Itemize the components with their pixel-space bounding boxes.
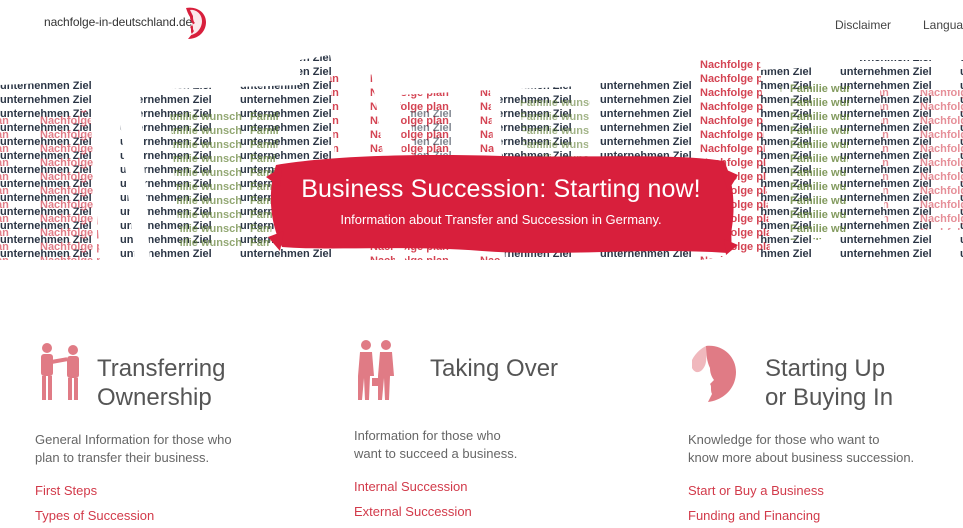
column-description: Knowledge for those who want to know mor… bbox=[688, 431, 914, 467]
link-funding-financing[interactable]: Funding and Financing bbox=[688, 503, 824, 528]
nav-disclaimer[interactable]: Disclaimer bbox=[835, 18, 891, 32]
column-links: Internal Succession External Succession bbox=[354, 474, 472, 524]
column-title-line2: Ownership bbox=[97, 384, 212, 411]
people-walking-icon bbox=[358, 340, 394, 400]
column-links: Start or Buy a Business Funding and Fina… bbox=[688, 478, 824, 528]
column-title-line1: Starting Up bbox=[765, 355, 886, 382]
column-desc-line1: General Information for those who bbox=[35, 432, 232, 447]
hero-subtitle: Information about Transfer and Successio… bbox=[340, 212, 662, 227]
column-title: Taking Over bbox=[430, 354, 558, 383]
column-desc-line1: Knowledge for those who want to bbox=[688, 432, 880, 447]
top-nav: Disclaimer Language bbox=[835, 18, 963, 32]
site-logo[interactable]: nachfolge-in-deutschland.de bbox=[44, 7, 206, 39]
column-title-line1: Taking Over bbox=[430, 355, 559, 382]
link-first-steps[interactable]: First Steps bbox=[35, 478, 154, 503]
column-desc-line2: know more about business succession. bbox=[688, 450, 915, 465]
link-start-or-buy[interactable]: Start or Buy a Business bbox=[688, 478, 824, 503]
column-title: Starting Up or Buying In bbox=[765, 354, 893, 412]
column-description: General Information for those who plan t… bbox=[35, 431, 232, 467]
column-desc-line2: want to succeed a business. bbox=[354, 446, 518, 461]
hero-title: Business Succession: Starting now! bbox=[301, 175, 701, 203]
column-description: Information for those who want to succee… bbox=[354, 427, 517, 463]
link-types-of-succession[interactable]: Types of Succession bbox=[35, 503, 154, 528]
link-internal-succession[interactable]: Internal Succession bbox=[354, 474, 472, 499]
hero-banner: unternehmen Ziel Nachfolge plan Familie … bbox=[0, 50, 963, 270]
column-desc-line2: plan to transfer their business. bbox=[35, 450, 210, 465]
column-links: First Steps Types of Succession bbox=[35, 478, 154, 528]
logo-text: nachfolge-in-deutschland.de bbox=[44, 15, 193, 29]
column-desc-line1: Information for those who bbox=[354, 428, 501, 443]
column-title-line1: Transferring bbox=[97, 355, 226, 382]
link-external-succession[interactable]: External Succession bbox=[354, 499, 472, 524]
hero-headline-box: Business Succession: Starting now! Infor… bbox=[262, 147, 740, 259]
logo-head-icon bbox=[186, 7, 206, 39]
head-profile-icon bbox=[692, 345, 736, 402]
column-title-line2: or Buying In bbox=[765, 384, 894, 411]
handshake-icon bbox=[41, 343, 79, 400]
nav-language[interactable]: Language bbox=[923, 18, 963, 32]
site-header: nachfolge-in-deutschland.de Disclaimer L… bbox=[0, 0, 963, 52]
column-title: Transferring Ownership bbox=[97, 354, 225, 412]
